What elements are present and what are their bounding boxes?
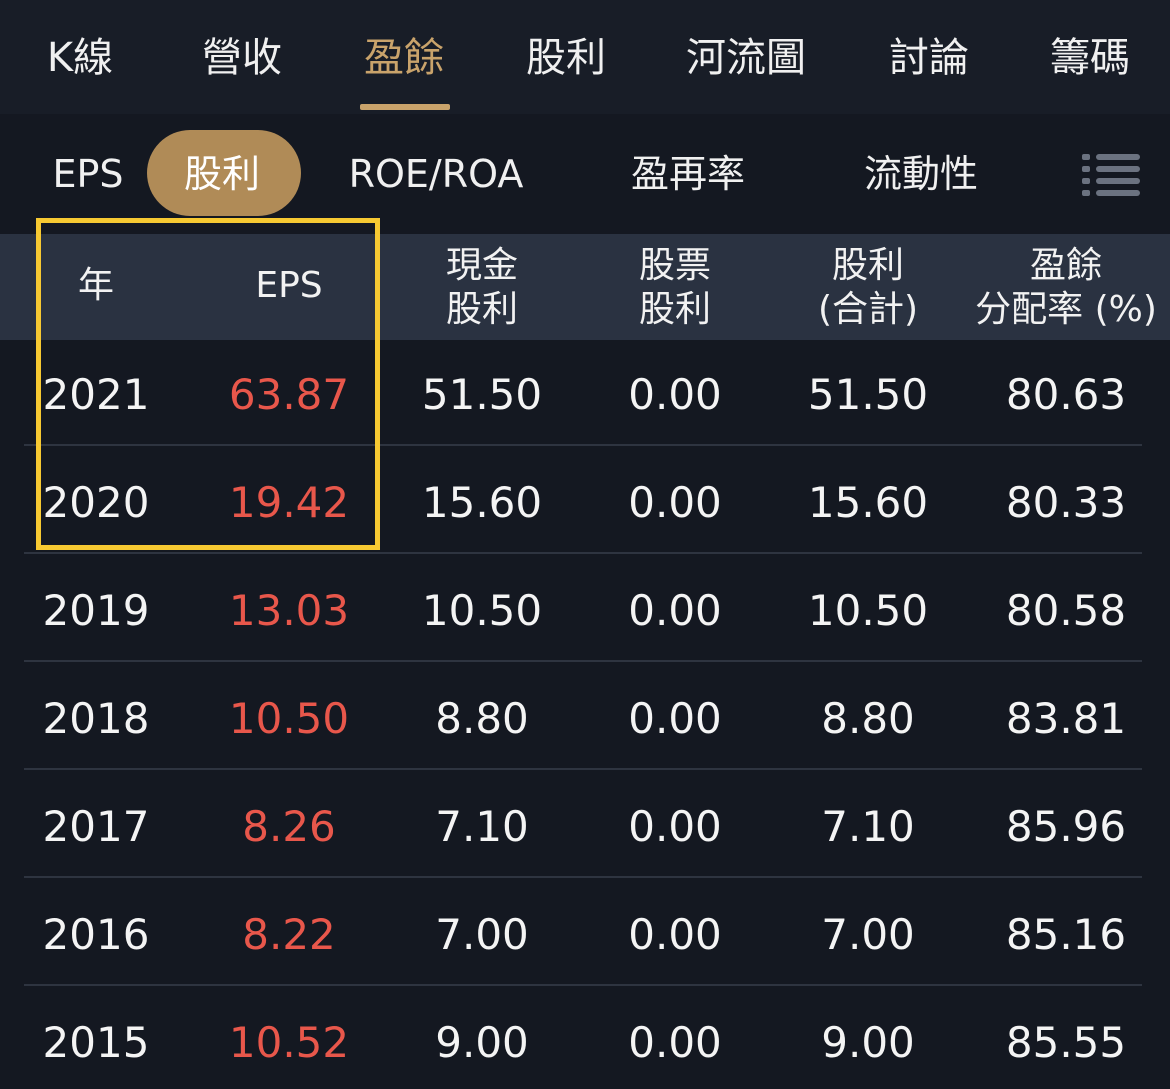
cell-payout-ratio: 80.58 <box>1005 586 1127 635</box>
page: K線 營收 盈餘 股利 河流圖 討論 籌碼 EPS 股利 ROE/ROA 盈再率… <box>0 0 1170 1089</box>
header-cash-dividend: 現金 股利 <box>446 244 518 332</box>
list-menu-icon[interactable] <box>1082 154 1140 198</box>
header-stock-dividend: 股票 股利 <box>639 244 711 332</box>
cell-cash-dividend: 51.50 <box>421 370 543 419</box>
header-payout-ratio: 盈餘 分配率 (%) <box>975 244 1157 332</box>
cell-cash-dividend: 7.00 <box>435 910 529 959</box>
cell-year: 2016 <box>42 910 150 959</box>
header-total-dividend: 股利 (合計) <box>818 244 918 332</box>
cell-payout-ratio: 80.33 <box>1005 478 1127 527</box>
table-row: 2017 8.26 7.10 0.00 7.10 85.96 <box>0 772 1170 880</box>
cell-cash-dividend: 10.50 <box>421 586 543 635</box>
cell-year: 2015 <box>42 1018 150 1067</box>
cell-eps: 13.03 <box>228 586 350 635</box>
cell-stock-dividend: 0.00 <box>628 910 722 959</box>
table-row: 2021 63.87 51.50 0.00 51.50 80.63 <box>0 340 1170 448</box>
header-year: 年 <box>77 265 115 306</box>
header-eps: EPS <box>255 265 323 306</box>
cell-eps: 19.42 <box>228 478 350 527</box>
subtab-dividend[interactable]: 股利 <box>184 144 260 204</box>
tab-revenue[interactable]: 營收 <box>202 30 282 86</box>
header-payout-ratio-line2: 分配率 (%) <box>975 289 1157 330</box>
table-header: 年 EPS 現金 股利 股票 股利 股利 (合計) 盈餘 分配率 (%) <box>0 234 1170 340</box>
cell-eps: 10.50 <box>228 694 350 743</box>
cell-year: 2017 <box>42 802 150 851</box>
cell-stock-dividend: 0.00 <box>628 802 722 851</box>
header-total-dividend-line2: (合計) <box>817 289 919 330</box>
row-divider <box>24 660 1142 662</box>
cell-eps: 8.22 <box>242 910 336 959</box>
cell-cash-dividend: 7.10 <box>435 802 529 851</box>
cell-total-dividend: 8.80 <box>821 694 915 743</box>
cell-eps: 8.26 <box>242 802 336 851</box>
tab-discussion[interactable]: 討論 <box>889 30 969 86</box>
header-cash-dividend-line2: 股利 <box>445 289 519 330</box>
cell-payout-ratio: 85.16 <box>1005 910 1127 959</box>
table-row: 2018 10.50 8.80 0.00 8.80 83.81 <box>0 664 1170 772</box>
tab-chips[interactable]: 籌碼 <box>1050 30 1130 86</box>
cell-eps: 63.87 <box>228 370 350 419</box>
tab-earnings[interactable]: 盈餘 <box>364 30 444 86</box>
header-payout-ratio-line1: 盈餘 <box>1029 245 1102 286</box>
tab-dividend[interactable]: 股利 <box>526 30 606 86</box>
row-divider <box>24 984 1142 986</box>
cell-eps: 10.52 <box>228 1018 350 1067</box>
cell-stock-dividend: 0.00 <box>628 370 722 419</box>
cell-payout-ratio: 85.55 <box>1005 1018 1127 1067</box>
cell-total-dividend: 10.50 <box>807 586 929 635</box>
cell-payout-ratio: 80.63 <box>1005 370 1127 419</box>
header-stock-dividend-line1: 股票 <box>638 245 712 286</box>
subtab-liquidity[interactable]: 流動性 <box>864 144 978 204</box>
subtab-roe-roa[interactable]: ROE/ROA <box>349 144 524 204</box>
cell-payout-ratio: 83.81 <box>1005 694 1127 743</box>
table-row: 2020 19.42 15.60 0.00 15.60 80.33 <box>0 448 1170 556</box>
sub-tab-bar: EPS 股利 ROE/ROA 盈再率 流動性 <box>0 114 1170 234</box>
cell-total-dividend: 51.50 <box>807 370 929 419</box>
table-row: 2015 10.52 9.00 0.00 9.00 85.55 <box>0 988 1170 1089</box>
cell-payout-ratio: 85.96 <box>1005 802 1127 851</box>
cell-total-dividend: 15.60 <box>807 478 929 527</box>
cell-cash-dividend: 15.60 <box>421 478 543 527</box>
subtab-eps[interactable]: EPS <box>52 144 123 204</box>
cell-year: 2019 <box>42 586 150 635</box>
table-row: 2016 8.22 7.00 0.00 7.00 85.16 <box>0 880 1170 988</box>
tab-k-line[interactable]: K線 <box>47 30 113 86</box>
table-row: 2019 13.03 10.50 0.00 10.50 80.58 <box>0 556 1170 664</box>
row-divider <box>24 768 1142 770</box>
cell-stock-dividend: 0.00 <box>628 586 722 635</box>
cell-stock-dividend: 0.00 <box>628 478 722 527</box>
row-divider <box>24 876 1142 878</box>
cell-year: 2018 <box>42 694 150 743</box>
tab-river-chart[interactable]: 河流圖 <box>686 30 806 86</box>
header-stock-dividend-line2: 股利 <box>638 289 712 330</box>
cell-total-dividend: 9.00 <box>821 1018 915 1067</box>
cell-total-dividend: 7.00 <box>821 910 915 959</box>
cell-year: 2021 <box>42 370 150 419</box>
cell-cash-dividend: 9.00 <box>435 1018 529 1067</box>
header-cash-dividend-line1: 現金 <box>445 245 519 286</box>
cell-cash-dividend: 8.80 <box>435 694 529 743</box>
header-total-dividend-line1: 股利 <box>831 245 904 286</box>
cell-total-dividend: 7.10 <box>821 802 915 851</box>
cell-year: 2020 <box>42 478 150 527</box>
active-tab-underline <box>360 104 450 110</box>
subtab-reinvestment-rate[interactable]: 盈再率 <box>631 144 745 204</box>
top-tab-bar: K線 營收 盈餘 股利 河流圖 討論 籌碼 <box>0 0 1170 114</box>
cell-stock-dividend: 0.00 <box>628 694 722 743</box>
cell-stock-dividend: 0.00 <box>628 1018 722 1067</box>
row-divider <box>24 444 1142 446</box>
row-divider <box>24 552 1142 554</box>
